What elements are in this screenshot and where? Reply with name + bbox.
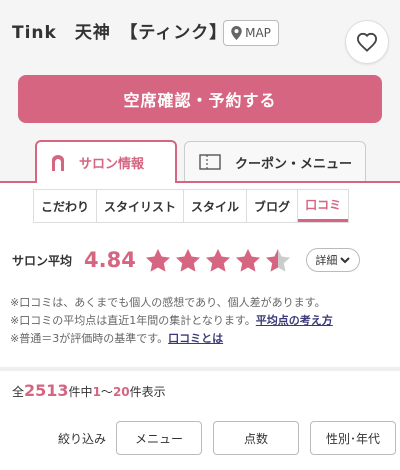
tab-coupon-menu-label: クーポン・メニュー <box>235 156 353 172</box>
sub-nav-kodawari[interactable]: こだわり <box>34 190 98 222</box>
average-score-link[interactable]: 平均点の考え方 <box>256 314 333 327</box>
sub-nav-blog[interactable]: ブログ <box>247 190 299 222</box>
map-label: MAP <box>245 26 271 40</box>
sub-nav-reviews[interactable]: 口コミ <box>298 190 349 222</box>
heart-outline-icon <box>356 32 378 52</box>
tab-salon-info-label: サロン情報 <box>79 157 145 172</box>
sub-nav-stylist[interactable]: スタイリスト <box>97 190 185 222</box>
note-line-3: ※普通＝3が評価時の基準です。口コミとは <box>10 332 224 345</box>
rating-label: サロン平均 <box>12 253 73 268</box>
salon-header: Tink 天神 【ティンク】 MAP 空席確認・予約する サロン情報 クーポン・… <box>0 0 400 184</box>
rating-stars <box>144 247 292 274</box>
chevron-down-icon <box>340 256 351 263</box>
star-icon <box>175 248 200 272</box>
reserve-button[interactable]: 空席確認・予約する <box>18 75 382 123</box>
review-total: 2513 <box>24 381 69 400</box>
note-line-1: ※口コミは、あくまでも個人の感想であり、個人差があります。 <box>10 296 326 309</box>
tab-coupon-menu[interactable]: クーポン・メニュー <box>184 141 366 182</box>
review-count: 全 2513 件中 1 ～ 20 件表示 <box>12 381 166 400</box>
salon-name: Tink 天神 【ティンク】 <box>12 23 228 43</box>
sub-nav-style[interactable]: スタイル <box>184 190 248 222</box>
map-button[interactable]: MAP <box>223 20 279 46</box>
section-separator <box>0 367 400 371</box>
salon-icon <box>51 154 65 171</box>
coupon-icon <box>199 154 221 170</box>
filter-score-button[interactable]: 点数 <box>213 421 300 455</box>
note-line-2: ※口コミの平均点は直近1年間の集計となります。平均点の考え方 <box>10 314 333 327</box>
star-icon <box>265 248 290 272</box>
star-icon <box>235 248 260 272</box>
star-icon <box>145 248 170 272</box>
review-notes: ※口コミは、あくまでも個人の感想であり、個人差があります。 ※口コミの平均点は直… <box>10 294 395 348</box>
star-icon <box>205 248 230 272</box>
tab-salon-info[interactable]: サロン情報 <box>35 140 177 183</box>
rating-detail-label: 詳細 <box>315 254 338 267</box>
about-reviews-link[interactable]: 口コミとは <box>168 332 223 345</box>
filter-menu-button[interactable]: メニュー <box>116 421 203 455</box>
sub-nav: こだわり スタイリスト スタイル ブログ 口コミ <box>33 189 350 223</box>
map-pin-icon <box>231 26 242 40</box>
rating-value: 4.84 <box>84 248 136 272</box>
filter-row: 絞り込み メニュー 点数 性別･年代 <box>58 421 400 455</box>
rating-summary: サロン平均 4.84 詳細 <box>12 245 360 275</box>
rating-detail-button[interactable]: 詳細 <box>305 248 360 272</box>
filter-gender-age-button[interactable]: 性別･年代 <box>310 421 397 455</box>
favorite-button[interactable] <box>345 20 389 64</box>
filter-label: 絞り込み <box>58 431 107 446</box>
